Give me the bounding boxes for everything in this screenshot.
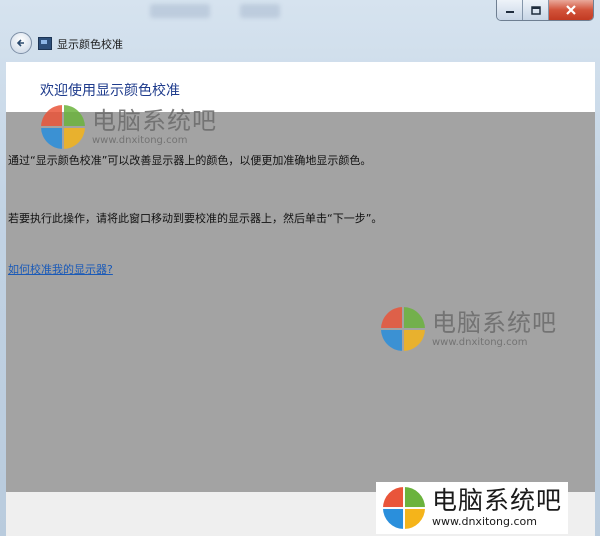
watermark-brand: 电脑系统吧 [432,486,563,515]
minimize-icon [505,11,514,13]
windows-logo-icon [382,486,426,530]
watermark: 电脑系统吧 www.dnxitong.com [376,482,569,534]
back-button[interactable] [10,32,32,54]
maximize-button[interactable] [523,0,549,20]
watermark: 电脑系统吧 www.dnxitong.com [380,306,557,352]
windows-logo-icon [381,307,425,351]
maximize-icon [530,5,541,15]
display-calibration-icon [38,37,52,50]
window-frame: 显示颜色校准 欢迎使用显示颜色校准 通过“显示颜色校准”可以改善显示器上的颜色，… [0,0,600,536]
watermark-brand: 电脑系统吧 [92,106,217,135]
close-icon [566,5,576,15]
windows-logo-icon [41,105,85,149]
minimize-button[interactable] [497,0,523,20]
watermark-url: www.dnxitong.com [432,515,537,528]
instruction-paragraph: 若要执行此操作，请将此窗口移动到要校准的显示器上，然后单击“下一步”。 [8,212,383,225]
caption-buttons [496,0,594,21]
background-blur [150,4,210,18]
watermark-brand: 电脑系统吧 [432,308,557,337]
watermark: 电脑系统吧 www.dnxitong.com [40,104,217,150]
help-link[interactable]: 如何校准我的显示器? [8,261,113,277]
back-arrow-icon [16,39,24,47]
page-heading: 欢迎使用显示颜色校准 [40,83,180,99]
intro-paragraph: 通过“显示颜色校准”可以改善显示器上的颜色，以便更加准确地显示颜色。 [8,154,372,167]
close-button[interactable] [549,0,593,20]
background-blur [240,4,280,18]
watermark-url: www.dnxitong.com [92,134,188,146]
watermark-url: www.dnxitong.com [432,336,528,348]
window-title: 显示颜色校准 [57,38,123,51]
